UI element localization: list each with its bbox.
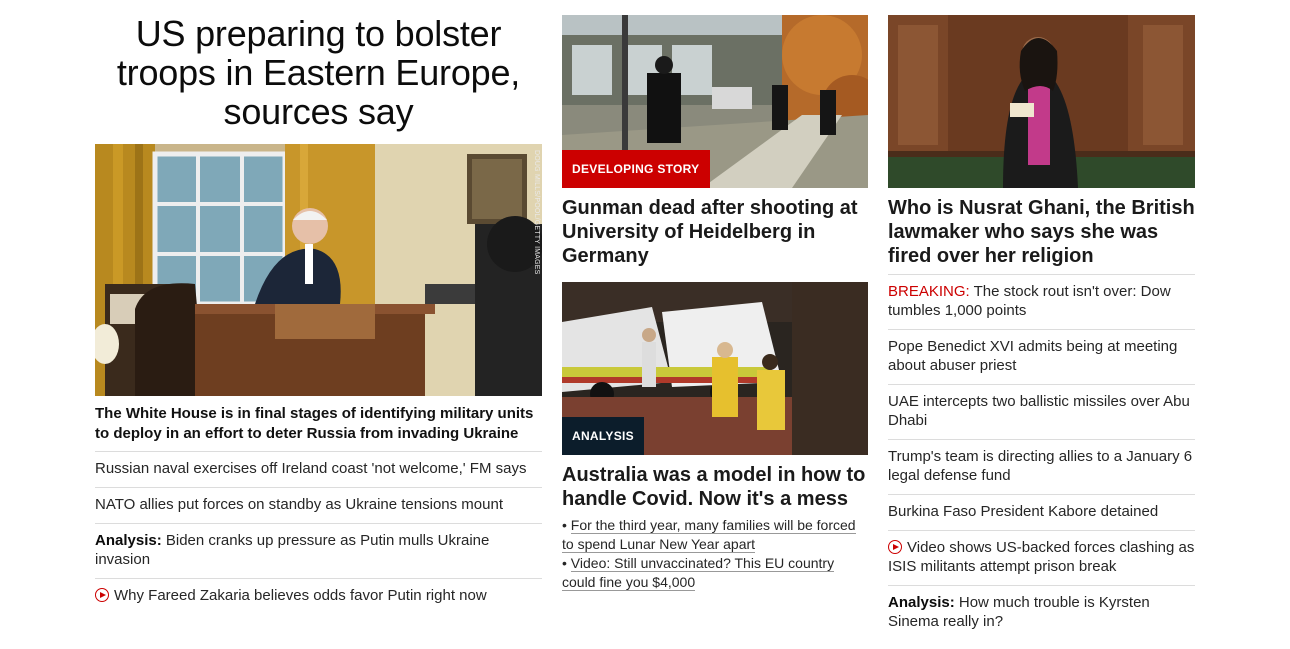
list-item[interactable]: Trump's team is directing allies to a Ja… xyxy=(888,439,1195,494)
right-column: Who is Nusrat Ghani, the British lawmake… xyxy=(888,0,1195,640)
bullet-link[interactable]: • For the third year, many families will… xyxy=(562,516,868,554)
ghani-image[interactable] xyxy=(888,15,1195,188)
analysis-label: Analysis: xyxy=(95,532,162,549)
list-item[interactable]: Analysis: Biden cranks up pressure as Pu… xyxy=(95,523,542,578)
story-headline[interactable]: Gunman dead after shooting at University… xyxy=(562,196,868,268)
lead-subheadline[interactable]: The White House is in final stages of id… xyxy=(95,404,542,444)
list-item[interactable]: Russian naval exercises off Ireland coas… xyxy=(95,451,542,487)
story-headline[interactable]: Who is Nusrat Ghani, the British lawmake… xyxy=(888,196,1195,268)
bullet-link[interactable]: • Video: Still unvaccinated? This EU cou… xyxy=(562,554,868,592)
list-item[interactable]: Why Fareed Zakaria believes odds favor P… xyxy=(95,578,542,614)
story-bullets: • For the third year, many families will… xyxy=(562,516,868,592)
list-item[interactable]: Video shows US-backed forces clashing as… xyxy=(888,530,1195,585)
lead-related-links: Russian naval exercises off Ireland coas… xyxy=(95,451,542,614)
list-item[interactable]: Analysis: How much trouble is Kyrsten Si… xyxy=(888,585,1195,640)
story-card[interactable]: ANALYSIS Australia was a model in how to… xyxy=(562,282,868,592)
list-item[interactable]: Burkina Faso President Kabore detained xyxy=(888,494,1195,530)
story-headline[interactable]: Australia was a model in how to handle C… xyxy=(562,463,868,511)
photo-credit: DOUG MILLS/POOL/GETTY IMAGES xyxy=(533,150,540,275)
oval-office-photo xyxy=(95,144,542,396)
list-item[interactable]: UAE intercepts two ballistic missiles ov… xyxy=(888,384,1195,439)
parliament-photo xyxy=(888,15,1195,188)
play-icon xyxy=(95,588,109,602)
analysis-label: Analysis: xyxy=(888,594,955,611)
middle-column: DEVELOPING STORY Gunman dead after shoot… xyxy=(562,0,868,592)
list-item[interactable]: BREAKING: The stock rout isn't over: Dow… xyxy=(888,274,1195,329)
developing-story-tag: DEVELOPING STORY xyxy=(562,150,710,188)
analysis-tag: ANALYSIS xyxy=(562,417,644,455)
breaking-label: BREAKING: xyxy=(888,283,970,300)
story-card[interactable]: DEVELOPING STORY Gunman dead after shoot… xyxy=(562,15,868,268)
lead-image[interactable]: DOUG MILLS/POOL/GETTY IMAGES xyxy=(95,144,542,396)
lead-headline[interactable]: US preparing to bolster troops in Easter… xyxy=(95,14,542,131)
list-item[interactable]: Pope Benedict XVI admits being at meetin… xyxy=(888,329,1195,384)
list-item[interactable]: NATO allies put forces on standby as Ukr… xyxy=(95,487,542,523)
play-icon xyxy=(888,540,902,554)
heidelberg-image[interactable]: DEVELOPING STORY xyxy=(562,15,868,188)
story-card[interactable]: Who is Nusrat Ghani, the British lawmake… xyxy=(888,15,1195,268)
australia-image[interactable]: ANALYSIS xyxy=(562,282,868,455)
lead-story: US preparing to bolster troops in Easter… xyxy=(95,0,542,614)
top-stories-list: BREAKING: The stock rout isn't over: Dow… xyxy=(888,274,1195,640)
